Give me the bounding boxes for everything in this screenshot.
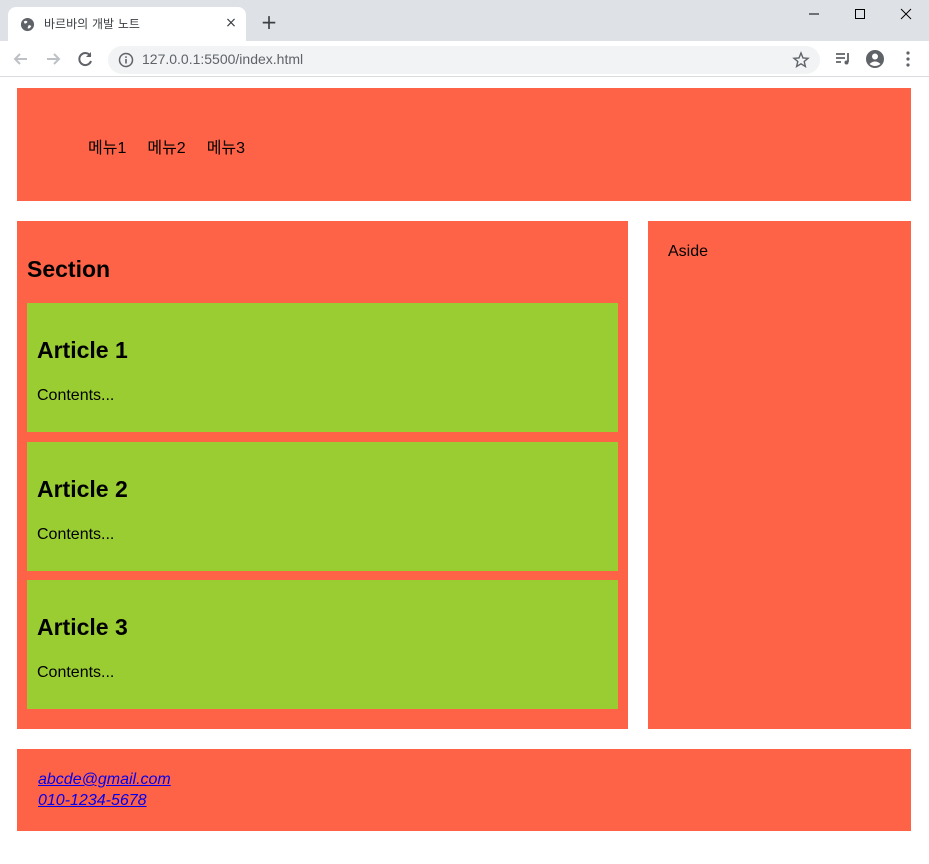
page-content: 메뉴1 메뉴2 메뉴3 Section Article 1 Contents..… [0,78,929,864]
plus-icon[interactable]: + [258,11,280,33]
browser-tab[interactable]: 바르바의 개발 노트 × [8,7,246,41]
tab-title: 바르바의 개발 노트 [44,17,140,31]
article-body: Contents... [37,664,115,681]
address-bar[interactable]: 127.0.0.1:5500/index.html [108,46,820,74]
footer: abcde@gmail.com 010-1234-5678 [17,749,911,831]
media-icon[interactable] [833,49,853,69]
more-icon[interactable] [898,49,918,69]
info-icon[interactable] [118,52,134,68]
article-title: Article 1 [37,337,128,363]
globe-icon [20,17,35,32]
menu-item-2[interactable]: 메뉴2 [147,134,185,158]
phone-link[interactable]: 010-1234-5678 [38,792,147,810]
back-icon[interactable] [11,49,31,69]
star-icon[interactable] [792,51,810,69]
article-title: Article 2 [37,476,128,502]
account-icon[interactable] [865,49,885,69]
article-title: Article 3 [37,614,128,640]
maximize-icon[interactable] [837,0,883,28]
aside-label: Aside [668,243,709,260]
minimize-icon[interactable] [791,0,837,28]
menu-item-3[interactable]: 메뉴3 [207,134,245,158]
article-body: Contents... [37,387,115,404]
article-1: Article 1 Contents... [27,303,618,432]
browser-toolbar: 127.0.0.1:5500/index.html [0,41,929,77]
close-icon[interactable]: × [223,15,239,31]
url-text[interactable]: 127.0.0.1:5500/index.html [142,51,303,67]
header: 메뉴1 메뉴2 메뉴3 [17,88,911,201]
section-title: Section [27,256,111,282]
close-window-icon[interactable] [883,0,929,28]
tab-bar: 바르바의 개발 노트 × + [0,0,929,41]
forward-icon[interactable] [43,49,63,69]
section: Section Article 1 Contents... Article 2 … [17,221,628,729]
article-body: Contents... [37,526,115,543]
menu-item-1[interactable]: 메뉴1 [88,134,126,158]
reload-icon[interactable] [75,49,95,69]
article-2: Article 2 Contents... [27,442,618,571]
main-menu: 메뉴1 메뉴2 메뉴3 [88,134,245,158]
article-3: Article 3 Contents... [27,580,618,709]
aside: Aside [648,221,911,729]
email-link[interactable]: abcde@gmail.com [38,771,171,789]
